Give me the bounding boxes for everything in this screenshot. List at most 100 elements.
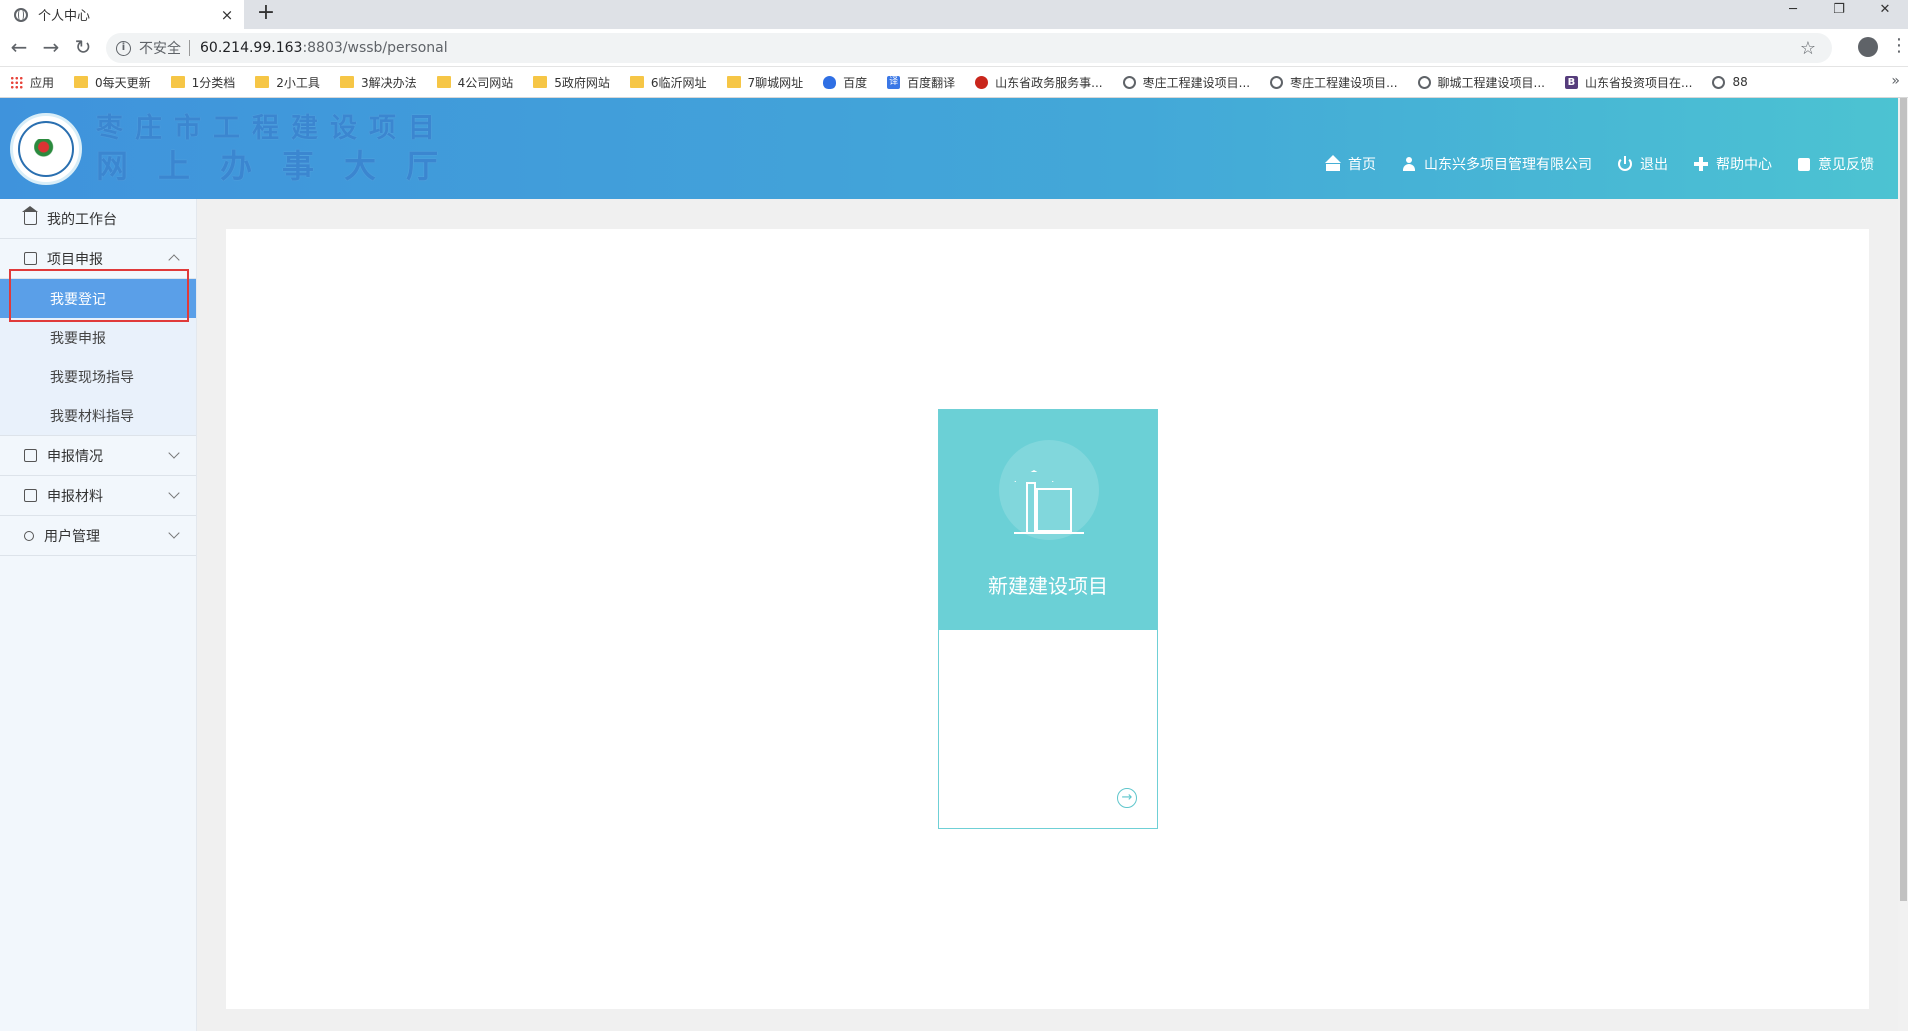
sidebar-subitem-register[interactable]: 我要登记: [0, 279, 196, 318]
site-logo: [10, 113, 82, 185]
sidebar-item-apply-status[interactable]: 申报情况: [0, 436, 196, 476]
bookmark-item[interactable]: 5政府网站: [533, 74, 610, 91]
arrow-right-circle-icon[interactable]: →: [1117, 788, 1137, 808]
nav-label: 山东兴多项目管理有限公司: [1424, 157, 1592, 173]
browser-tab[interactable]: 个人中心 ×: [0, 0, 244, 29]
nav-logout[interactable]: 退出: [1618, 154, 1668, 174]
document-icon: [24, 252, 37, 265]
scrollbar-thumb[interactable]: [1900, 98, 1907, 901]
bookmark-item[interactable]: 枣庄工程建设项目...: [1270, 74, 1398, 91]
nav-label: 退出: [1640, 157, 1668, 173]
globe-icon: [1122, 75, 1136, 89]
folder-icon: [170, 76, 185, 88]
building-crane-icon: [1014, 470, 1084, 535]
bookmark-label: 枣庄工程建设项目...: [1142, 75, 1251, 90]
sidebar-item-label: 申报材料: [47, 488, 103, 505]
folder-icon: [726, 76, 741, 88]
bookmark-label: 6临沂网址: [650, 75, 707, 90]
back-button[interactable]: ←: [6, 35, 32, 61]
bookmark-item[interactable]: 88: [1712, 75, 1748, 89]
minimize-button[interactable]: ─: [1770, 0, 1816, 22]
nav-help[interactable]: 帮助中心: [1694, 154, 1772, 174]
sidebar-subitem-material-guide[interactable]: 我要材料指导: [0, 396, 196, 435]
reload-button[interactable]: ↻: [70, 35, 96, 61]
nav-label: 意见反馈: [1818, 157, 1874, 173]
baidu-icon: [823, 75, 837, 89]
user-icon: [24, 530, 34, 541]
nav-home[interactable]: 首页: [1325, 154, 1376, 174]
forward-button[interactable]: →: [38, 35, 64, 61]
sidebar-item-workbench[interactable]: 我的工作台: [0, 199, 196, 239]
bookmark-label: 3解决办法: [360, 75, 417, 90]
bookmark-label: 百度翻译: [907, 75, 956, 90]
bookmark-item[interactable]: 1分类档: [170, 74, 235, 91]
bookmarks-overflow-button[interactable]: »: [1891, 73, 1900, 89]
folder-icon: [533, 76, 548, 88]
sidebar-item-label: 我的工作台: [47, 211, 117, 228]
sidebar-subitem-onsite-guide[interactable]: 我要现场指导: [0, 357, 196, 396]
folder-icon: [24, 489, 37, 502]
sidebar-item-user-manage[interactable]: 用户管理: [0, 516, 196, 556]
bookmark-item[interactable]: 4公司网站: [436, 74, 513, 91]
bookmark-item[interactable]: 百度: [823, 74, 867, 91]
emblem-icon: [975, 75, 989, 89]
bookmark-item[interactable]: B 山东省投资项目在...: [1564, 74, 1692, 91]
bookmark-label: 枣庄工程建设项目...: [1290, 75, 1398, 90]
bookmark-item[interactable]: 山东省政务服务事...: [975, 74, 1103, 91]
globe-icon: [1417, 75, 1431, 89]
sidebar-item-project-apply[interactable]: 项目申报: [0, 239, 196, 279]
info-icon[interactable]: i: [116, 40, 131, 56]
bookmark-label: 百度: [843, 75, 868, 90]
sidebar: 我的工作台 项目申报 我要登记 我要申报 我要现场指导 我要材料指导 申报情况 …: [0, 199, 197, 1031]
logo-emblem: [18, 121, 74, 177]
bookmark-label: 7聊城网址: [747, 75, 804, 90]
close-window-button[interactable]: ✕: [1862, 0, 1908, 22]
browser-tabbar: 个人中心 × + ─ ❐ ✕: [0, 0, 1908, 29]
help-icon: [1694, 157, 1708, 171]
sidebar-item-apply-materials[interactable]: 申报材料: [0, 476, 196, 516]
tab-title: 个人中心: [38, 9, 91, 24]
bookmark-item[interactable]: 3解决办法: [339, 74, 417, 91]
fanyi-icon: 译: [887, 75, 901, 89]
bookmark-item[interactable]: 6临沂网址: [629, 74, 707, 91]
bookmark-item[interactable]: 应用: [10, 74, 54, 91]
new-project-card[interactable]: 新建建设项目 →: [938, 409, 1158, 829]
bookmark-item[interactable]: 聊城工程建设项目...: [1417, 74, 1545, 91]
globe-icon: [1712, 75, 1726, 89]
user-icon: [1402, 157, 1416, 171]
nav-label: 帮助中心: [1716, 157, 1772, 173]
building-ground: [1014, 532, 1084, 534]
bookmark-label: 5政府网站: [554, 75, 610, 90]
profile-avatar[interactable]: [1858, 37, 1878, 57]
browser-menu-icon[interactable]: ⋮: [1890, 35, 1908, 59]
new-tab-button[interactable]: +: [254, 2, 278, 26]
bookmark-label: 0每天更新: [95, 75, 151, 90]
nav-feedback[interactable]: 意见反馈: [1798, 154, 1874, 174]
bookmark-item[interactable]: 0每天更新: [74, 74, 151, 91]
sidebar-subitem-apply[interactable]: 我要申报: [0, 318, 196, 357]
url-input[interactable]: i 不安全 60.214.99.163 :8803/wssb/personal …: [106, 33, 1832, 63]
page-scrollbar[interactable]: [1898, 98, 1908, 1031]
building-column: [1026, 482, 1036, 532]
bookmark-star-icon[interactable]: ☆: [1800, 38, 1816, 59]
bookmark-item[interactable]: 枣庄工程建设项目...: [1122, 74, 1251, 91]
tab-close-button[interactable]: ×: [216, 6, 238, 24]
restore-button[interactable]: ❐: [1816, 0, 1862, 22]
security-label: 不安全: [139, 41, 181, 57]
url-path: :8803/wssb/personal: [302, 40, 448, 56]
bookmark-item[interactable]: 译百度翻译: [887, 74, 955, 91]
bookmark-item[interactable]: 7聊城网址: [726, 74, 804, 91]
bookmark-label: 2小工具: [276, 75, 320, 90]
crane-roof: [1014, 470, 1054, 482]
sidebar-item-label: 申报情况: [47, 448, 103, 465]
list-icon: [24, 449, 37, 462]
bookmark-label: 88: [1732, 75, 1748, 89]
sidebar-submenu: 我要登记 我要申报 我要现场指导 我要材料指导: [0, 279, 196, 436]
bookmark-item[interactable]: 2小工具: [255, 74, 320, 91]
building-body: [1036, 488, 1072, 532]
site-title-line1: 枣庄市工程建设项目: [96, 113, 447, 144]
nav-user[interactable]: 山东兴多项目管理有限公司: [1402, 154, 1592, 174]
card-label: 新建建设项目: [988, 574, 1108, 598]
chevron-down-icon: [168, 487, 180, 499]
chevron-down-icon: [168, 447, 180, 459]
